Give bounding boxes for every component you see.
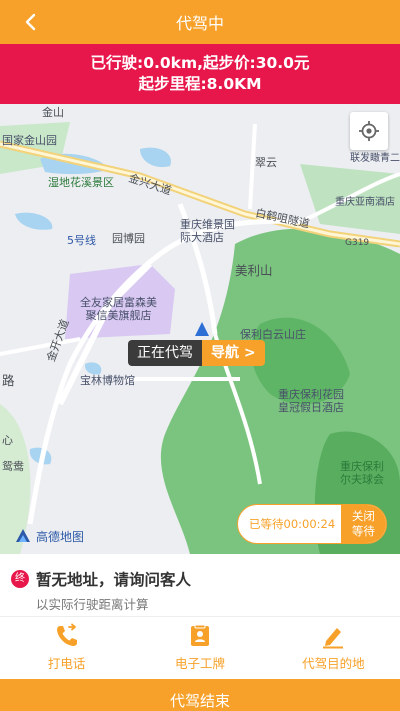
map-label-baoli-golf: 重庆保利 尔夫球会: [340, 460, 384, 486]
trip-start-mileage: 起步里程:8.0KM: [138, 75, 262, 93]
map-label-yuanbo: 园博园: [112, 232, 145, 245]
map-label-meilishan: 美利山: [235, 263, 273, 278]
chevron-left-icon: [25, 13, 36, 31]
destination-address: 暂无地址，请询问客人: [36, 571, 192, 589]
locate-button[interactable]: [350, 112, 388, 150]
map-label-wetland: 湿地花溪景区: [48, 176, 114, 189]
end-badge: 终: [11, 570, 29, 588]
divider: [0, 616, 400, 617]
map-label-jinshan-park: 国家金山园: [2, 134, 57, 147]
map-label-yaheng: 重庆亚南酒店: [335, 197, 395, 208]
map-label-jinshan: 金山: [42, 106, 64, 119]
driving-state-label: 正在代驾: [128, 340, 202, 366]
map-label-quanyou: 全友家居富森美 聚信美旗舰店: [80, 296, 157, 322]
amap-logo: 高德地图: [14, 527, 84, 545]
map-label-lianfa: 联发瞰青二: [350, 153, 400, 164]
call-label: 打电话: [47, 656, 86, 671]
trip-panel: 终 暂无地址，请询问客人 以实际行驶距离计算 打电话 电子工牌 代驾目的地: [0, 554, 400, 678]
badge-icon: [186, 622, 214, 650]
phone-icon: [53, 622, 81, 650]
destination-button[interactable]: 代驾目的地: [267, 620, 400, 674]
map-label-yuanyang: 鸳鸯: [2, 460, 24, 473]
call-button[interactable]: 打电话: [0, 620, 133, 674]
finish-trip-button[interactable]: 代驾结束: [0, 679, 400, 711]
amap-logo-icon: [16, 529, 30, 542]
map-label-xin: 心: [2, 434, 13, 447]
map-label-baolin-museum: 宝林博物馆: [80, 374, 135, 387]
e-badge-label: 电子工牌: [174, 656, 225, 671]
amap-logo-text: 高德地图: [36, 529, 85, 544]
driving-status-pill: 正在代驾 导航 >: [128, 340, 265, 366]
destination-row: 终 暂无地址，请询问客人: [11, 568, 191, 590]
trip-info-banner: 已行驶:0.0km,起步价:30.0元 起步里程:8.0KM: [0, 44, 400, 104]
title-bar: 代驾中: [0, 0, 400, 44]
edit-icon: [319, 622, 347, 650]
waiting-timer-box: 已等待00:00:24 关闭 等待: [237, 504, 387, 544]
trip-distance-price: 已行驶:0.0km,起步价:30.0元: [90, 54, 310, 72]
back-button[interactable]: [18, 9, 44, 35]
map-view[interactable]: 金山 国家金山园 湿地花溪景区 金兴大道 5号线 园博园 重庆维景国 际大酒店 …: [0, 104, 400, 554]
page-title: 代驾中: [175, 14, 224, 33]
crosshair-icon: [359, 121, 379, 141]
destination-label: 代驾目的地: [302, 656, 365, 671]
e-badge-button[interactable]: 电子工牌: [133, 620, 266, 674]
map-label-lu: 路: [2, 373, 15, 388]
map-label-hotel: 重庆维景国 际大酒店: [180, 218, 235, 244]
map-label-g319: G319: [345, 238, 370, 248]
map-label-baoli-garden-hotel: 重庆保利花园 皇冠假日酒店: [278, 388, 344, 414]
billing-note: 以实际行驶距离计算: [36, 597, 149, 612]
navigate-button[interactable]: 导航 >: [202, 340, 265, 366]
map-label-line5: 5号线: [67, 234, 96, 247]
action-bar: 打电话 电子工牌 代驾目的地: [0, 620, 400, 674]
map-label-cuiyun: 翠云: [255, 156, 277, 169]
waiting-timer: 已等待00:00:24: [249, 517, 336, 531]
close-waiting-button[interactable]: 关闭 等待: [340, 505, 386, 543]
